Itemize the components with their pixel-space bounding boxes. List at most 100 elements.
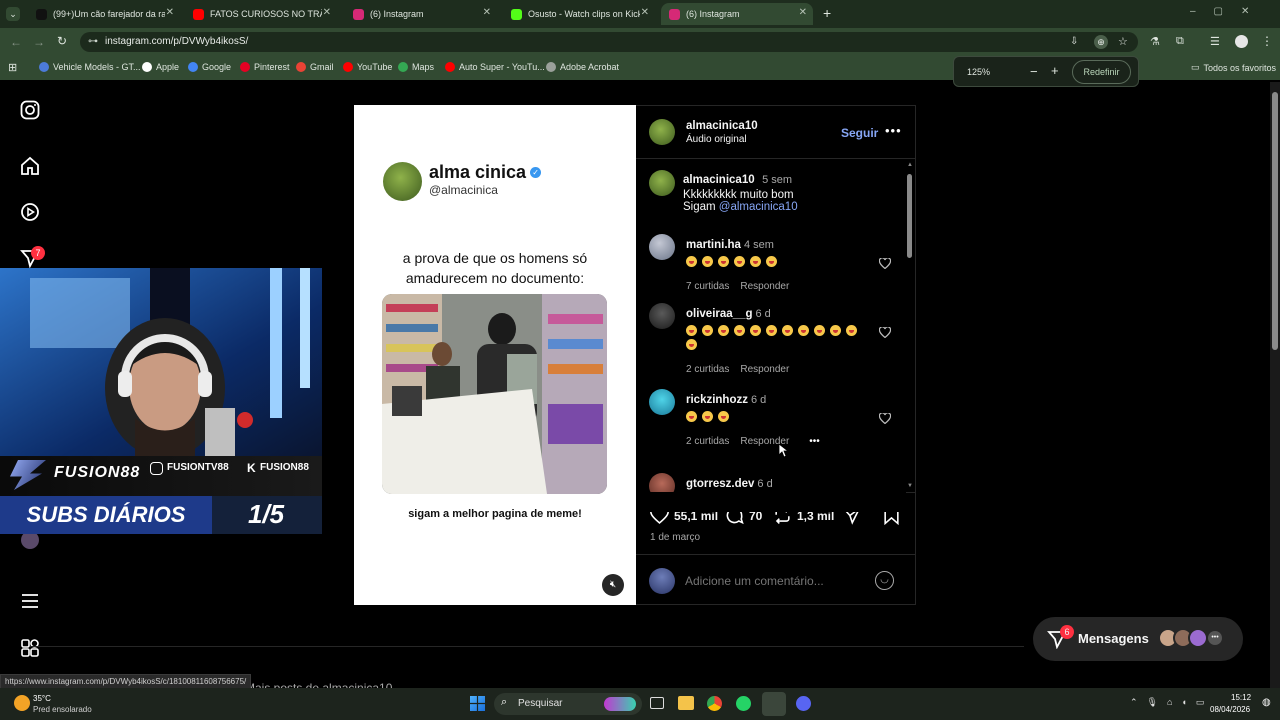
page-scrollbar[interactable] — [1270, 82, 1280, 688]
bookmark-item[interactable]: Apple — [142, 62, 179, 72]
caption-line1: Kkkkkkkkk muito bom — [683, 189, 794, 201]
comment-username[interactable]: oliveiraa__g — [686, 308, 752, 320]
bookmark-item[interactable]: Auto Super - YouTu... — [445, 62, 545, 72]
menu-hamburger-icon[interactable] — [20, 591, 40, 611]
header-username[interactable]: almacinica10 — [686, 120, 758, 132]
zoom-out-button[interactable]: − — [1030, 64, 1038, 79]
caption-time: 5 sem — [762, 174, 793, 186]
comment-like-heart-icon[interactable] — [878, 325, 892, 339]
new-tab-button[interactable]: + — [823, 5, 831, 21]
close-tab-icon[interactable]: ✕ — [799, 7, 807, 18]
comment-avatar[interactable] — [649, 303, 675, 329]
close-tab-icon[interactable]: ✕ — [323, 7, 331, 18]
browser-tab[interactable]: Osusto - Watch clips on Kick ✕ — [503, 3, 655, 25]
messages-button[interactable]: 6 Mensagens ••• — [1033, 617, 1243, 661]
comment-like-heart-icon[interactable] — [878, 256, 892, 270]
page-scrollbar-thumb[interactable] — [1272, 92, 1278, 350]
instagram-logo-icon[interactable] — [20, 100, 40, 120]
bookmark-item[interactable]: Google — [188, 62, 231, 72]
reels-icon[interactable] — [20, 202, 40, 222]
bookmark-item[interactable]: YouTube — [343, 62, 392, 72]
profile-avatar[interactable] — [1235, 35, 1248, 48]
comment-like-heart-icon[interactable] — [878, 411, 892, 425]
bookmark-item[interactable]: Pinterest — [240, 62, 290, 72]
taskbar-search[interactable]: ⌕ Pesquisar — [494, 693, 642, 715]
bookmark-item[interactable]: Vehicle Models - GT... — [39, 62, 141, 72]
comment-avatar[interactable] — [649, 389, 675, 415]
task-view-icon[interactable] — [650, 697, 664, 709]
menu-icon[interactable]: ⋮ — [1261, 34, 1273, 48]
comment-avatar[interactable] — [649, 234, 675, 260]
browser-tab[interactable]: (6) Instagram ✕ — [345, 3, 497, 25]
status-url-bubble: https://www.instagram.com/p/DVWyb4ikosS/… — [0, 674, 252, 689]
url-input[interactable]: ⊶ instagram.com/p/DVWyb4ikosS/ ⇩ ⊕ ☆ — [80, 32, 1138, 52]
clock-date[interactable]: 08/04/2026 — [1210, 705, 1250, 714]
install-icon[interactable]: ⇩ — [1070, 32, 1078, 52]
reply-button[interactable]: Responder — [740, 281, 789, 292]
bookmark-item[interactable]: Adobe Acrobat — [546, 62, 619, 72]
browser-tab[interactable]: FATOS CURIOSOS NO TRÂNSITO✕ — [185, 3, 337, 25]
close-tab-icon[interactable]: ✕ — [483, 7, 491, 18]
reload-icon[interactable]: ↻ — [57, 34, 67, 48]
chrome-icon[interactable] — [707, 696, 722, 711]
weather-desc[interactable]: Pred ensolarado — [33, 705, 92, 714]
notification-bell-icon[interactable]: ◍ — [1262, 697, 1271, 708]
meme-video-frame[interactable] — [382, 294, 607, 494]
file-explorer-icon[interactable] — [678, 696, 694, 710]
start-icon[interactable] — [470, 696, 485, 711]
browser-tab[interactable]: (99+)Um cão farejador da raça ✕ — [28, 3, 180, 25]
header-avatar[interactable] — [649, 119, 675, 145]
scrollbar-thumb[interactable] — [907, 174, 912, 258]
comment-username[interactable]: gtorresz.dev — [686, 478, 754, 490]
comments-scrollbar[interactable]: ▲ ▼ — [907, 162, 913, 492]
header-audio[interactable]: Áudio original — [686, 134, 747, 145]
extension-icon[interactable]: ⚗ — [1150, 35, 1160, 48]
comment-more-icon[interactable]: ••• — [809, 436, 820, 447]
clock-time[interactable]: 15:12 — [1231, 693, 1251, 702]
tray-icons[interactable]: ⌃🎙︎⌂◖▭ — [1130, 697, 1213, 708]
emoji-picker-icon[interactable]: ◡ — [875, 571, 894, 590]
discord-icon[interactable] — [796, 696, 811, 711]
weather-icon[interactable] — [14, 695, 30, 711]
site-info-icon[interactable]: ⊶ — [88, 32, 98, 52]
post-media[interactable]: alma cinica ✓ @almacinica a prova de que… — [354, 105, 636, 605]
zoom-in-button[interactable]: + — [1051, 63, 1059, 78]
tab-search-list-icon[interactable]: ☰ — [1210, 35, 1220, 48]
star-icon[interactable]: ☆ — [1118, 32, 1128, 52]
mute-button[interactable]: 🔇︎ — [602, 574, 624, 596]
comment-likes[interactable]: 2 curtidas — [686, 436, 729, 447]
more-apps-icon[interactable] — [20, 638, 40, 658]
caption-username[interactable]: almacinica10 — [683, 174, 755, 186]
comment-username[interactable]: rickzinhozz — [686, 394, 748, 406]
active-app-icon[interactable] — [762, 692, 786, 716]
add-comment-input[interactable] — [685, 571, 865, 591]
kick-small-icon: K — [247, 461, 256, 475]
home-icon[interactable] — [20, 156, 40, 176]
comment-likes[interactable]: 2 curtidas — [686, 364, 729, 375]
caption-avatar[interactable] — [649, 170, 675, 196]
bookmark-label: Google — [202, 62, 232, 72]
weather-temp[interactable]: 35°C — [33, 694, 51, 703]
tab-search-icon[interactable]: ⌄ — [6, 7, 20, 21]
apps-grid-icon[interactable]: ⊞ — [8, 61, 17, 74]
forward-icon[interactable]: → — [33, 35, 45, 49]
comment-username[interactable]: martini.ha — [686, 239, 741, 251]
browser-tab[interactable]: (6) Instagram ✕ — [661, 3, 813, 25]
back-icon[interactable]: ← — [10, 35, 22, 49]
bookmark-favicon-icon — [343, 62, 353, 72]
all-bookmarks[interactable]: ▭ Todos os favoritos — [1191, 62, 1276, 73]
more-options-icon[interactable]: ••• — [885, 123, 902, 138]
caption-mention[interactable]: @almacinica10 — [719, 201, 798, 213]
zoom-icon[interactable]: ⊕ — [1094, 35, 1108, 49]
whatsapp-icon[interactable] — [736, 696, 751, 711]
follow-button[interactable]: Seguir — [841, 126, 878, 140]
zoom-reset-button[interactable]: Redefinir — [1072, 60, 1131, 84]
close-tab-icon[interactable]: ✕ — [641, 7, 649, 18]
close-tab-icon[interactable]: ✕ — [166, 7, 174, 18]
puzzle-icon[interactable]: ⧉ — [1176, 35, 1184, 48]
bookmark-item[interactable]: Maps — [398, 62, 434, 72]
bookmark-item[interactable]: Gmail — [296, 62, 334, 72]
reply-button[interactable]: Responder — [740, 364, 789, 375]
comment-likes[interactable]: 7 curtidas — [686, 281, 729, 292]
messages-label: Mensagens — [1078, 631, 1149, 646]
